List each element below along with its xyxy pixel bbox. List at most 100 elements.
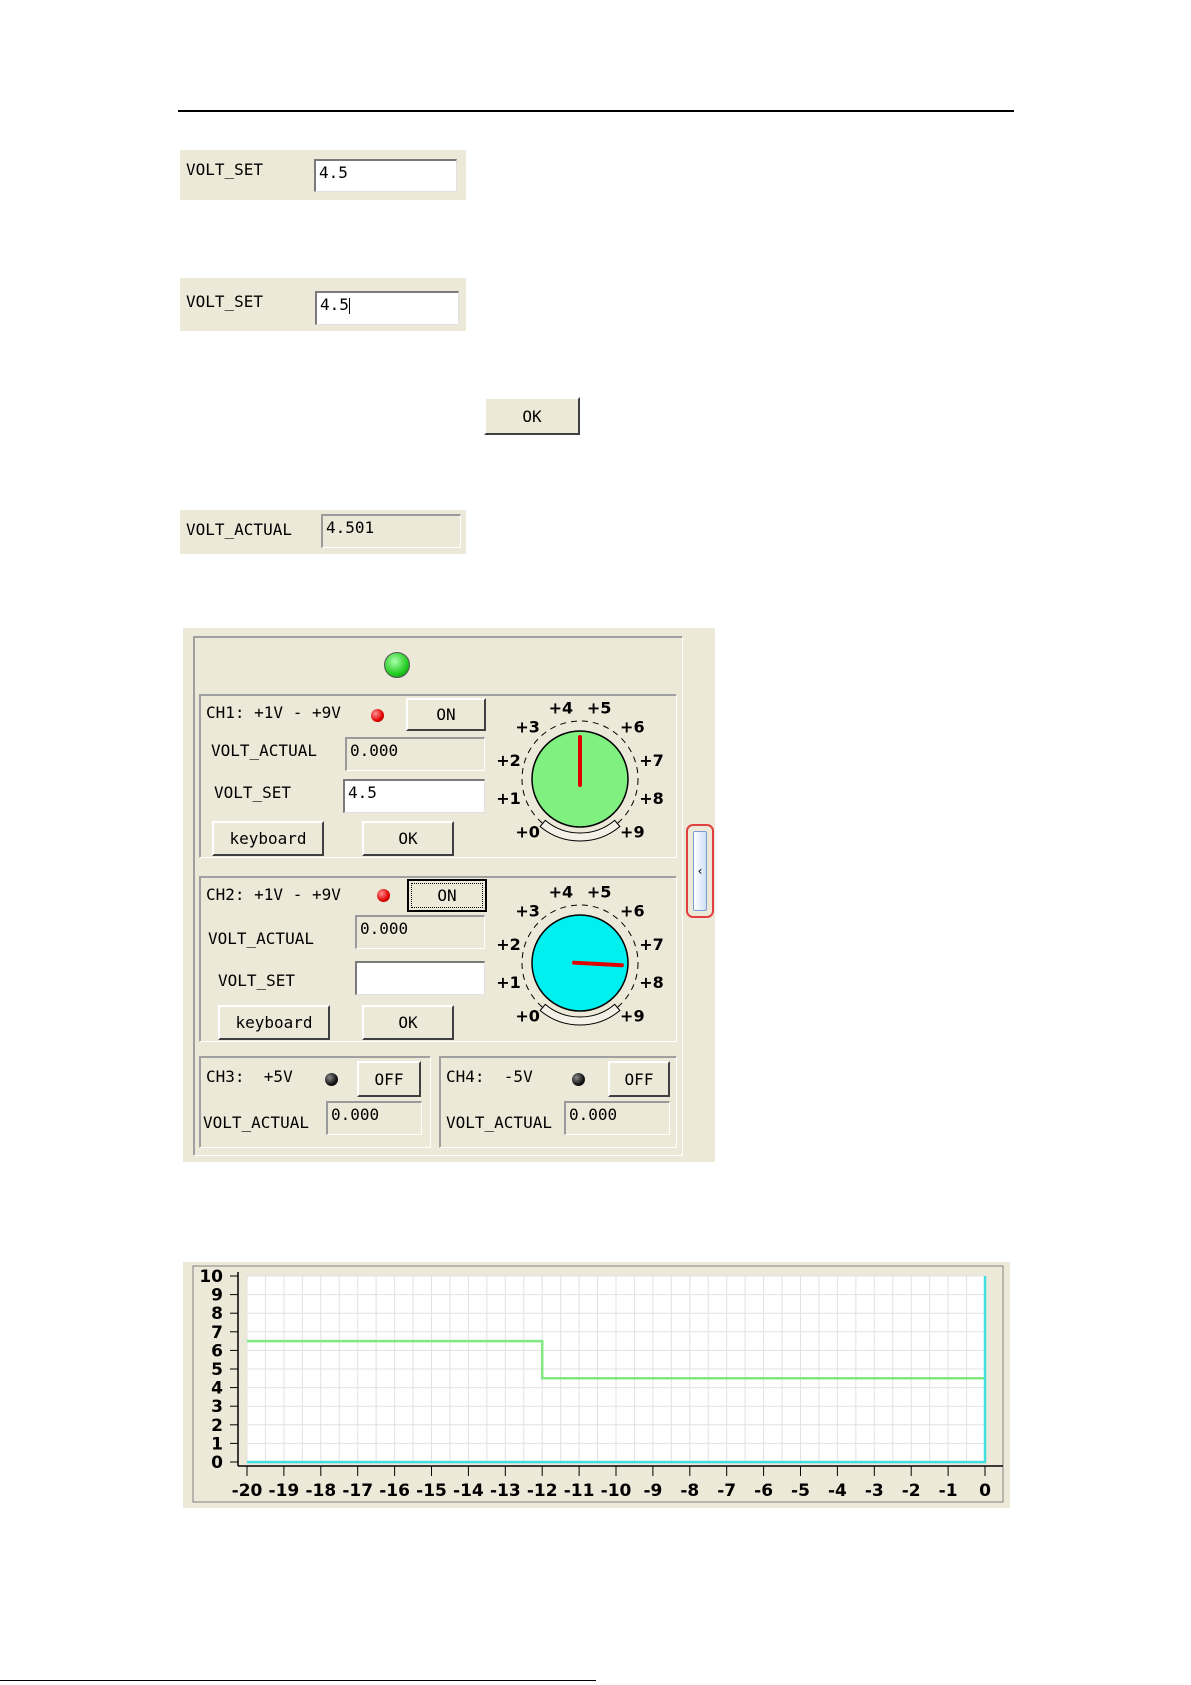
- ch2-led: [377, 889, 390, 902]
- x-tick-label: -13: [490, 1481, 521, 1501]
- knob-scale-label: +7: [639, 751, 664, 770]
- y-tick-label: 4: [211, 1379, 223, 1399]
- y-tick-label: 0: [211, 1453, 223, 1473]
- knob-scale-label: +1: [496, 973, 521, 992]
- ch4-toggle-button[interactable]: OFF: [608, 1061, 670, 1097]
- y-tick-label: 10: [199, 1267, 223, 1287]
- power-supply-panel: CH1: +1V - +9V ON VOLT_ACTUAL 0.000 VOLT…: [183, 628, 715, 1162]
- knob-scale-label: +9: [620, 822, 645, 841]
- knob-scale-label: +0: [515, 822, 540, 841]
- chevron-left-icon: ‹: [697, 864, 703, 878]
- ch4-volt-actual-value: 0.000: [564, 1101, 670, 1135]
- ch2-voltage-knob[interactable]: +0 +1 +2 +3 +4 +5 +6 +7 +8 +9: [492, 883, 676, 1039]
- ch1-volt-actual-label: VOLT_ACTUAL: [211, 741, 317, 760]
- knob-scale-label: +9: [620, 1006, 645, 1025]
- ch2-title: CH2: +1V - +9V: [206, 885, 341, 904]
- x-tick-label: -18: [305, 1481, 336, 1501]
- voltage-history-plot: 012345678910-20 -19 -18 -17 -16 -15 -14 -13 -12-…: [192, 1265, 1004, 1503]
- ch1-title: CH1: +1V - +9V: [206, 703, 341, 722]
- knob-scale-label: +2: [496, 935, 521, 954]
- knob-scale-label: +8: [639, 789, 664, 808]
- ch1-voltage-knob[interactable]: +0 +1 +2 +3 +4 +5 +6 +7 +8 +9: [492, 699, 676, 855]
- ch2-volt-set-input[interactable]: [355, 961, 485, 995]
- y-tick-label: 1: [211, 1434, 223, 1454]
- x-tick-label: -16: [379, 1481, 410, 1501]
- x-tick-label: -8: [680, 1481, 699, 1501]
- ch1-keyboard-button[interactable]: keyboard: [212, 821, 324, 856]
- volt-actual-label: VOLT_ACTUAL: [186, 520, 292, 539]
- ch1-ok-button[interactable]: OK: [362, 821, 454, 856]
- footer-rule: [0, 1680, 596, 1681]
- x-tick-label: -19: [269, 1481, 300, 1501]
- ch2-volt-set-label: VOLT_SET: [218, 971, 296, 990]
- knob-scale-label: +4: [549, 699, 574, 718]
- ch3-title: CH3: +5V: [206, 1067, 293, 1086]
- volt-set-value: 4.5: [320, 295, 349, 314]
- y-tick-label: 5: [211, 1360, 223, 1380]
- volt-set-label: VOLT_SET: [186, 160, 264, 179]
- y-tick-label: 3: [211, 1397, 223, 1417]
- text-cursor: [348, 297, 350, 314]
- y-tick-label: 7: [211, 1323, 223, 1343]
- ch4-title: CH4: -5V: [446, 1067, 533, 1086]
- ch4-group: CH4: -5V OFF VOLT_ACTUAL 0.000: [439, 1056, 677, 1148]
- ch2-group: CH2: +1V - +9V ON VOLT_ACTUAL 0.000 VOLT…: [199, 876, 677, 1042]
- knob-pointer: [572, 960, 624, 968]
- voltage-history-chart: 0 1 2 3 4 5 6 7 8 9 10 -20 -19 -18 -17 -16 -15 -14 -13 -12-…: [183, 1262, 1010, 1508]
- ch4-volt-actual-label: VOLT_ACTUAL: [446, 1113, 552, 1132]
- header-rule: [178, 110, 1014, 112]
- volt-actual-snippet: VOLT_ACTUAL 4.501: [180, 510, 466, 554]
- knob-scale-label: +4: [549, 883, 574, 902]
- x-tick-label: -10: [601, 1481, 632, 1501]
- ch3-toggle-button[interactable]: OFF: [357, 1061, 421, 1097]
- knob-scale-label: +3: [515, 718, 540, 737]
- x-tick-label: -15: [416, 1481, 447, 1501]
- ch1-toggle-button[interactable]: ON: [406, 698, 486, 731]
- collapse-handle-button[interactable]: ‹: [693, 831, 707, 911]
- knob-scale-label: +2: [496, 751, 521, 770]
- y-tick-label: 6: [211, 1341, 223, 1361]
- x-tick-label: -1: [939, 1481, 958, 1501]
- x-tick-label: -2: [902, 1481, 921, 1501]
- volt-set-input[interactable]: 4.5: [314, 159, 457, 192]
- volt-actual-value: 4.501: [321, 514, 461, 548]
- x-tick-label: -3: [865, 1481, 884, 1501]
- x-tick-label: -11: [564, 1481, 595, 1501]
- x-tick-label: -5: [791, 1481, 810, 1501]
- volt-set-snippet-1: VOLT_SET 4.5: [180, 150, 466, 200]
- x-tick-label: 0: [979, 1481, 991, 1501]
- knob-scale-label: +5: [587, 699, 612, 718]
- y-tick-label: 9: [211, 1286, 223, 1306]
- knob-scale-label: +0: [515, 1006, 540, 1025]
- ch2-toggle-button[interactable]: ON: [407, 879, 487, 912]
- knob-scale-label: +6: [620, 718, 645, 737]
- ch2-volt-actual-label: VOLT_ACTUAL: [208, 929, 314, 948]
- volt-set-label: VOLT_SET: [186, 292, 264, 311]
- y-tick-label: 8: [211, 1304, 223, 1324]
- x-tick-label: -12: [527, 1481, 558, 1501]
- status-led: [384, 652, 410, 678]
- x-tick-label: -6: [754, 1481, 773, 1501]
- x-tick-label: -17: [342, 1481, 373, 1501]
- x-tick-label: -7: [717, 1481, 736, 1501]
- ch2-volt-actual-value: 0.000: [355, 915, 485, 949]
- ch4-led: [572, 1073, 585, 1086]
- y-tick-label: 2: [211, 1416, 223, 1436]
- ch2-ok-button[interactable]: OK: [362, 1005, 454, 1040]
- knob-scale-label: +6: [620, 902, 645, 921]
- x-tick-label: -20: [232, 1481, 263, 1501]
- knob-scale-label: +5: [587, 883, 612, 902]
- knob-scale-label: +7: [639, 935, 664, 954]
- volt-set-input-focused[interactable]: 4.5: [315, 291, 459, 325]
- knob-scale-label: +3: [515, 902, 540, 921]
- ch3-volt-actual-label: VOLT_ACTUAL: [203, 1113, 309, 1132]
- knob-scale-label: +8: [639, 973, 664, 992]
- x-tick-label: -9: [643, 1481, 662, 1501]
- volt-set-snippet-2: VOLT_SET 4.5: [180, 278, 466, 331]
- ok-button[interactable]: OK: [484, 397, 580, 435]
- ch2-keyboard-button[interactable]: keyboard: [218, 1005, 330, 1040]
- ch1-volt-set-input[interactable]: 4.5: [343, 779, 485, 813]
- knob-scale-label: +1: [496, 789, 521, 808]
- x-tick-label: -14: [453, 1481, 484, 1501]
- ch1-led: [371, 709, 384, 722]
